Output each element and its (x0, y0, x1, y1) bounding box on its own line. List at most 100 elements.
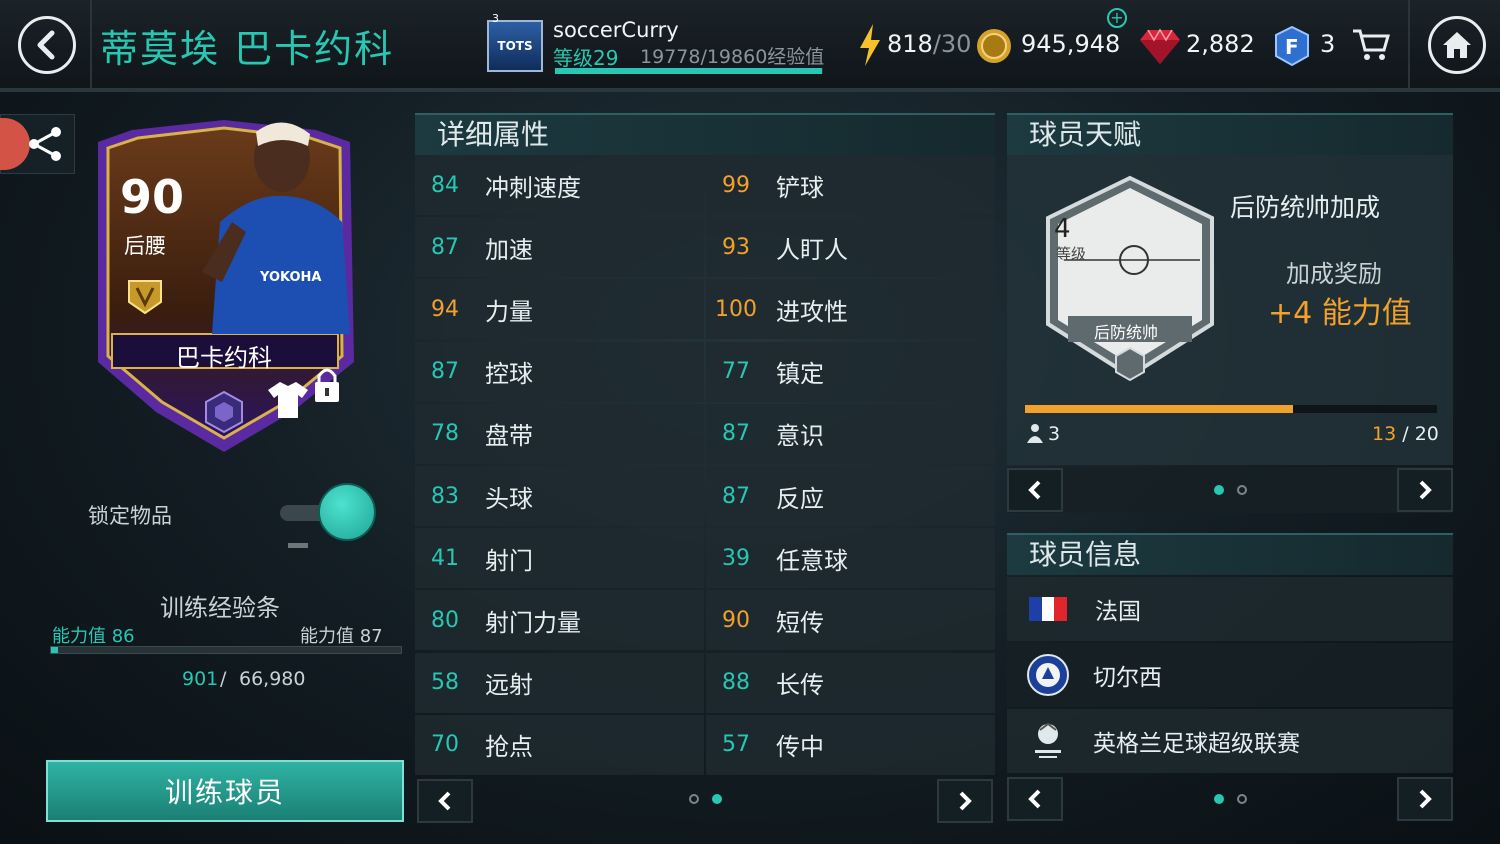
attribute-row: 39 任意球 (706, 528, 995, 589)
xp-bar (555, 68, 823, 74)
attribute-value: 87 (431, 359, 459, 385)
attribute-value: 83 (431, 483, 459, 509)
badge-name: 后防统帅 (1094, 323, 1159, 342)
attribute-name: 短传 (776, 608, 824, 637)
attribute-name: 进攻性 (776, 297, 848, 326)
attribute-value: 87 (722, 421, 750, 447)
attribute-name: 人盯人 (776, 235, 848, 264)
formation-badge-icon (1046, 175, 1214, 382)
attribute-name: 控球 (485, 360, 533, 389)
attribute-row: 88 长传 (706, 652, 995, 713)
chevron-left-icon (1028, 789, 1041, 809)
attribute-name: 远射 (485, 671, 533, 700)
attribute-value: 84 (431, 172, 459, 198)
back-button[interactable] (18, 16, 76, 74)
training-title: 训练经验条 (160, 594, 280, 622)
attribute-name: 头球 (485, 484, 533, 513)
svg-text:F: F (1285, 35, 1299, 59)
home-button[interactable] (1428, 16, 1486, 74)
attribute-name: 意识 (776, 422, 824, 451)
attribute-row: 83 头球 (415, 466, 704, 526)
energy-value: 818 (887, 30, 933, 58)
talent-progress-sep: / (1402, 423, 1409, 445)
france-flag-icon (1029, 597, 1067, 621)
attributes-prev-button[interactable] (417, 779, 473, 823)
attribute-name: 长传 (776, 671, 824, 700)
attribute-name: 抢点 (485, 733, 533, 762)
training-bar (50, 646, 402, 654)
divider (90, 0, 92, 90)
talent-next-button[interactable] (1397, 468, 1453, 512)
info-row-league: 英格兰足球超级联赛 (1007, 709, 1453, 773)
kit-shirt-icon (268, 382, 308, 418)
attribute-value: 90 (722, 607, 750, 633)
attribute-row: 99 铲球 (706, 155, 995, 215)
divider (1408, 0, 1410, 90)
info-row-nation: 法国 (1007, 577, 1453, 641)
player-card[interactable]: 90 后腰 YOKOHA 巴卡约科 (92, 112, 356, 457)
training-max: 66,980 (239, 668, 306, 690)
chevron-right-icon (959, 791, 972, 811)
nation-name: 法国 (1095, 599, 1141, 625)
attribute-row: 58 远射 (415, 652, 704, 713)
train-player-button[interactable]: 训练球员 (46, 760, 404, 822)
chelsea-crest-icon (1027, 654, 1069, 696)
info-next-button[interactable] (1397, 777, 1453, 821)
level-label: 等级29 (553, 46, 619, 70)
talent-progress-text: 13 / 20 (1372, 423, 1439, 445)
chevron-right-icon (1419, 789, 1432, 809)
page-title: 蒂莫埃 巴卡约科 (100, 27, 395, 71)
page-dot (1237, 485, 1247, 495)
lock-icon (315, 368, 339, 402)
attributes-grid: 84 冲刺速度 87 加速 94 力量 87 控球 78 盘带 83 头球 41 射门 80 射门力量 58 远射… (415, 155, 995, 777)
attribute-value: 77 (722, 359, 750, 385)
attribute-row: 70 抢点 (415, 714, 704, 775)
gems-value: 2,882 (1186, 30, 1255, 58)
attribute-row: 93 人盯人 (706, 217, 995, 278)
attribute-row: 87 控球 (415, 341, 704, 402)
chemistry-hex-icon (205, 390, 243, 434)
attribute-value: 80 (431, 607, 459, 633)
page-dot-active (712, 794, 722, 804)
lock-toggle[interactable] (318, 483, 376, 541)
info-title: 球员信息 (1007, 533, 1453, 575)
attribute-value: 87 (431, 234, 459, 260)
energy-max: /30 (932, 30, 972, 58)
attribute-row: 100 进攻性 (706, 279, 995, 340)
attribute-row: 84 冲刺速度 (415, 155, 704, 215)
info-prev-button[interactable] (1007, 777, 1063, 821)
cart-icon[interactable] (1352, 28, 1390, 62)
talent-prev-button[interactable] (1007, 468, 1063, 512)
attribute-name: 反应 (776, 484, 824, 513)
attribute-value: 93 (722, 234, 750, 260)
attribute-row: 87 意识 (706, 403, 995, 464)
attribute-name: 力量 (485, 297, 533, 326)
bonus-label: 加成奖励 (1286, 260, 1382, 288)
player-image (202, 122, 350, 334)
card-position: 后腰 (124, 234, 166, 258)
chevron-left-icon (37, 30, 55, 60)
attribute-row: 57 传中 (706, 714, 995, 775)
top-bar-border (0, 88, 1500, 92)
add-currency-button[interactable]: + (1107, 8, 1127, 28)
attribute-name: 加速 (485, 235, 533, 264)
shirt-sponsor: YOKOHA (260, 270, 322, 285)
page-dot-active (1214, 794, 1224, 804)
energy-readout: 818/30 (887, 30, 971, 58)
attribute-value: 57 (722, 732, 750, 758)
tots-badge[interactable]: TOTS (487, 20, 543, 72)
attribute-row: 78 盘带 (415, 403, 704, 464)
people-icon (1027, 424, 1043, 443)
attribute-value: 39 (722, 545, 750, 571)
fifa-points-icon: F (1275, 26, 1309, 66)
card-rating: 90 (120, 170, 185, 224)
talent-people-count: 3 (1048, 423, 1061, 445)
attribute-row: 41 射门 (415, 528, 704, 589)
program-badge-icon (128, 280, 162, 315)
coins-value: 945,948 (1021, 30, 1121, 58)
xp-bar-fill (555, 68, 822, 74)
coin-icon (977, 29, 1011, 63)
attribute-name: 盘带 (485, 422, 533, 451)
attributes-next-button[interactable] (937, 779, 993, 823)
attribute-value: 99 (722, 172, 750, 198)
